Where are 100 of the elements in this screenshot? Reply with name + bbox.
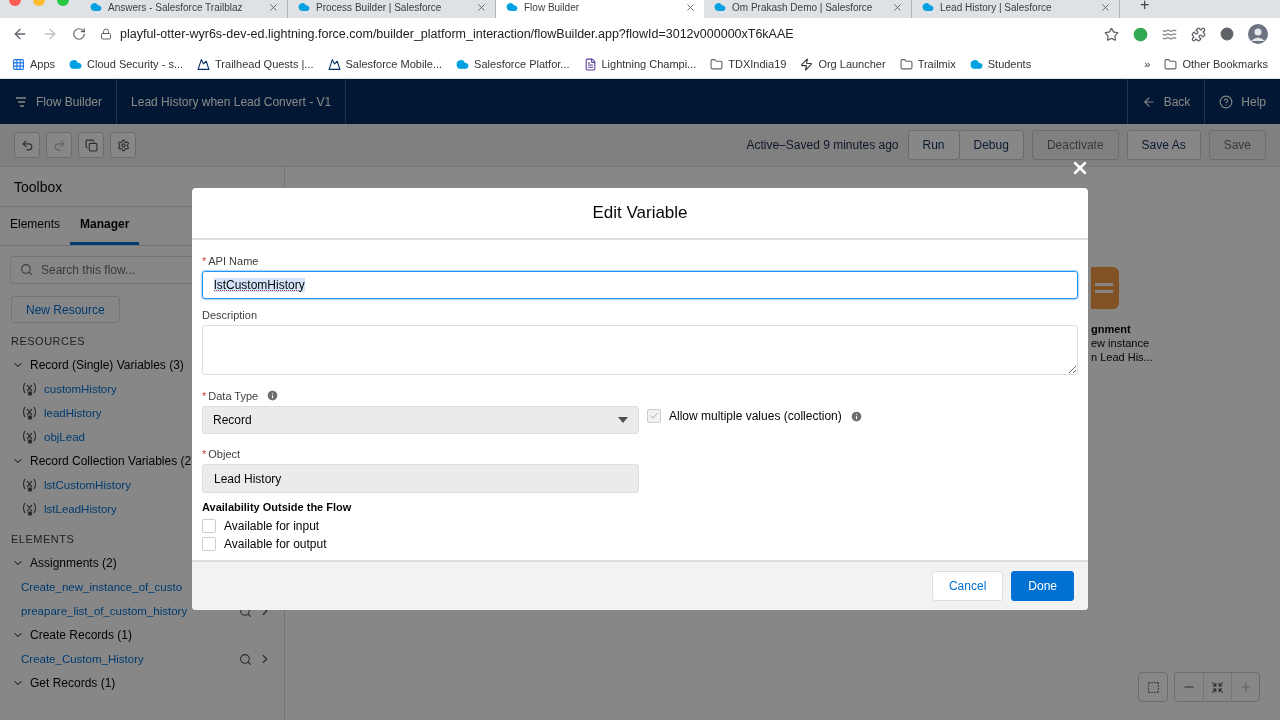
info-icon[interactable] — [849, 409, 863, 423]
back-arrow-icon — [1141, 94, 1156, 109]
toolbar-button[interactable]: Save As — [1126, 130, 1201, 160]
assignment-node-icon[interactable] — [1091, 267, 1119, 309]
cloud-icon — [506, 1, 518, 13]
search-icon — [20, 263, 33, 276]
group-label: Get Records (1) — [30, 676, 116, 690]
checkbox-label: Allow multiple values (collection) — [669, 409, 842, 423]
flow-icon — [14, 94, 28, 109]
app-name: Flow Builder — [36, 94, 103, 109]
required-mark: * — [202, 389, 207, 402]
bookmark[interactable]: Org Launcher — [800, 57, 886, 71]
close-icon[interactable] — [268, 1, 279, 13]
bookmark[interactable]: Trailmix — [899, 57, 956, 71]
checkbox[interactable] — [202, 537, 216, 551]
description-field[interactable] — [202, 325, 1078, 375]
bookmark[interactable]: Students — [969, 57, 1032, 71]
close-light[interactable] — [9, 0, 21, 6]
checkbox[interactable] — [202, 519, 216, 533]
api-name-field[interactable]: lstCustomHistory — [202, 271, 1078, 299]
required-mark: * — [202, 255, 207, 267]
folder-icon — [899, 57, 913, 71]
flow-title: Lead History when Lead Convert - V1 — [131, 94, 332, 109]
bookmark[interactable]: Salesforce Platfor... — [456, 57, 570, 71]
settings-icon — [116, 138, 130, 152]
bookmark[interactable]: Salesforce Mobile... — [327, 57, 443, 71]
checkbox-label: Available for input — [224, 519, 320, 533]
toolbar-button[interactable]: Debug — [958, 130, 1024, 160]
panel-tab[interactable]: Manager — [70, 207, 140, 245]
variable-icon — [22, 478, 38, 492]
group-label: Create Records (1) — [30, 628, 133, 642]
group-label: Assignments (2) — [30, 556, 117, 570]
reload-icon[interactable] — [72, 27, 86, 41]
field-label: Description — [202, 309, 258, 321]
bolt-icon — [800, 57, 814, 71]
close-icon[interactable] — [1100, 1, 1111, 13]
mountain-icon — [327, 57, 341, 71]
bookmark[interactable]: TDXIndia19 — [710, 57, 787, 71]
extension-icon[interactable] — [1133, 26, 1148, 42]
variable-icon — [22, 502, 38, 516]
data-type-select[interactable]: Record — [202, 406, 639, 434]
bookmark[interactable]: Other Bookmarks — [1164, 57, 1268, 71]
folder-icon — [710, 57, 724, 71]
modal-title: Edit Variable — [592, 203, 688, 223]
folder-icon — [1164, 57, 1178, 71]
apps-icon — [12, 57, 25, 71]
section-heading: Availability Outside the Flow — [202, 501, 353, 513]
panel-tab[interactable]: Elements — [0, 207, 71, 245]
close-icon[interactable] — [476, 1, 487, 13]
settings-button[interactable] — [110, 132, 136, 158]
close-icon[interactable] — [892, 1, 903, 13]
cloud-icon — [298, 1, 310, 13]
done-button[interactable]: Done — [1011, 571, 1074, 601]
extension-icon[interactable] — [1220, 27, 1234, 41]
cloud-icon — [969, 57, 983, 71]
required-mark: * — [202, 448, 207, 460]
info-icon[interactable] — [266, 389, 280, 402]
more-bookmarks[interactable]: » — [1144, 58, 1151, 70]
copy-button[interactable] — [78, 132, 104, 158]
undo-button[interactable] — [14, 132, 40, 158]
close-icon[interactable] — [685, 1, 696, 13]
bookmark[interactable]: Apps — [12, 57, 56, 71]
cloud-icon — [714, 1, 726, 13]
cancel-button[interactable]: Cancel — [931, 571, 1004, 601]
field-label: Data Type — [208, 389, 259, 402]
bookmark[interactable]: Lightning Champi... — [583, 57, 697, 71]
avatar-icon[interactable] — [1248, 24, 1268, 44]
bookmark[interactable]: Cloud Security - s... — [69, 57, 184, 71]
section-heading: ELEMENTS — [11, 533, 75, 545]
checkbox-label: Available for output — [224, 537, 327, 551]
field-label: API Name — [208, 255, 259, 267]
redo-icon — [52, 138, 66, 152]
panel-title: Toolbox — [14, 178, 63, 195]
cloud-icon — [456, 57, 470, 71]
node-label: ew instance — [1091, 337, 1151, 349]
toolbar-button[interactable]: Run — [907, 130, 960, 160]
copy-icon — [84, 138, 98, 152]
cloud-icon — [69, 57, 83, 71]
field-label: Object — [208, 448, 241, 460]
bookmark[interactable]: Trailhead Quests |... — [197, 57, 314, 71]
variable-icon — [22, 382, 38, 396]
group-label: Record Collection Variables (2 — [30, 454, 192, 468]
node-title: gnment — [1091, 323, 1132, 335]
extension-icon[interactable] — [1191, 26, 1206, 42]
lock-icon — [100, 28, 112, 40]
object-field[interactable]: Lead History — [202, 464, 639, 493]
new-tab-button[interactable]: + — [1140, 0, 1150, 18]
section-heading: RESOURCES — [11, 335, 86, 347]
undo-icon — [20, 138, 34, 152]
cloud-icon — [922, 1, 934, 13]
back-icon[interactable] — [12, 26, 28, 42]
url-field[interactable]: playful-otter-wyr6s-dev-ed.lightning.force.com/builder_platform_interaction/flowBuilder.app?flowId=3012v000000xT6kAAE — [120, 27, 794, 41]
variable-icon — [22, 430, 38, 444]
save-status: Active–Saved 9 minutes ago — [746, 138, 899, 152]
node-label: n Lead His... — [1091, 351, 1153, 363]
browser-tab[interactable]: Flow Builder — [496, 0, 704, 18]
star-icon[interactable] — [1104, 26, 1119, 42]
mountain-icon — [197, 57, 211, 71]
group-label: Record (Single) Variables (3) — [30, 358, 184, 372]
variable-icon — [22, 406, 38, 420]
